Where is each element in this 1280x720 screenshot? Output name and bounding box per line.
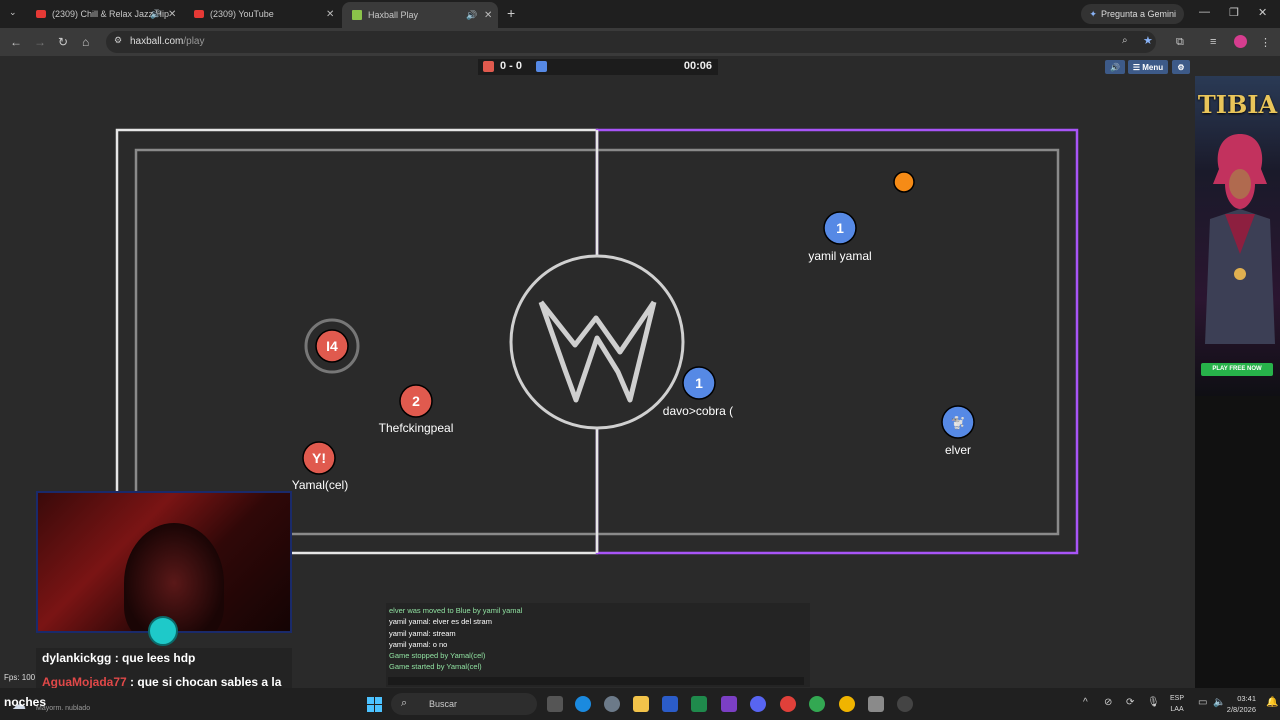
chat-line: yamil yamal: elver es del stram [389, 617, 492, 626]
chrome-icon[interactable] [780, 696, 796, 712]
player-avatar: 🐩 [951, 415, 966, 430]
tray-sync-icon[interactable]: ⟳ [1126, 697, 1134, 708]
discord-icon[interactable] [750, 696, 766, 712]
stream-chat-line: dylankickgg : que lees hdp [42, 651, 196, 665]
windows-taskbar: ☁ Mayorm. nublado ⌕ Buscar ^ ⊘ ⟳ 🎙 ESP LA… [0, 688, 1280, 720]
network-icon[interactable]: ▭ [1198, 697, 1207, 708]
play-free-button[interactable]: PLAY FREE NOW [1201, 363, 1273, 376]
player-name: Thefckingpeal [378, 421, 454, 435]
edge-icon[interactable] [575, 696, 591, 712]
chat-line: yamil yamal: o no [389, 640, 448, 649]
volume-icon[interactable]: 🔈 [1213, 697, 1225, 708]
player-name: yamil yamal [808, 249, 872, 263]
ball [893, 171, 915, 193]
taskbar-search[interactable]: ⌕ Buscar [391, 693, 537, 715]
windows-start-icon[interactable] [367, 697, 382, 712]
stream-chat-continuation: noches [4, 695, 47, 709]
fps-counter: Fps: 100 [4, 673, 36, 682]
side-panel [1195, 396, 1280, 688]
search-icon: ⌕ [401, 697, 408, 709]
microphone-icon[interactable]: 🎙 [1147, 697, 1160, 708]
store-icon[interactable] [868, 696, 884, 712]
tray-chevron-icon[interactable]: ^ [1083, 697, 1088, 708]
chrome-profile-icon[interactable] [809, 696, 825, 712]
settings-icon[interactable] [604, 696, 620, 712]
stream-chat-overlay: dylankickgg : que lees hdp AguaMojada77 … [36, 648, 292, 692]
input-language[interactable]: ESP LAA [1170, 693, 1184, 715]
notifications-icon[interactable]: 🔔 [1266, 697, 1278, 708]
ad-brand: TIBIA [1197, 90, 1278, 119]
chrome-canary-icon[interactable] [839, 696, 855, 712]
cat-logo-icon [148, 616, 178, 646]
player-avatar: 1 [695, 375, 703, 391]
webcam-overlay [36, 491, 292, 633]
excel-icon[interactable] [691, 696, 707, 712]
ad-hero-image [1205, 134, 1275, 344]
search-placeholder: Buscar [429, 699, 458, 709]
tray-app-icon[interactable]: ⊘ [1104, 697, 1112, 708]
file-explorer-icon[interactable] [633, 696, 649, 712]
chat-line: yamil yamal: stream [389, 629, 456, 638]
clock[interactable]: 03:41 2/8/2026 [1227, 693, 1256, 715]
chat-line: elver was moved to Blue by yamil yamal [389, 606, 523, 615]
obs-icon[interactable] [897, 696, 913, 712]
task-view-icon[interactable] [547, 696, 563, 712]
chat-line: Game stopped by Yamal(cel) [389, 651, 486, 660]
player-avatar: 1 [836, 220, 844, 236]
player-avatar: Y! [312, 450, 326, 466]
chat-input[interactable] [388, 677, 804, 685]
chat-line: Game started by Yamal(cel) [389, 662, 482, 671]
game-chat: elver was moved to Blue by yamil yamal y… [386, 603, 810, 687]
clipchamp-icon[interactable] [721, 696, 737, 712]
word-icon[interactable] [662, 696, 678, 712]
stream-chat-line: AguaMojada77 : que si chocan sables a la [42, 675, 282, 689]
player-avatar: 2 [412, 393, 420, 409]
tibia-ad[interactable]: TIBIA PLAY FREE NOW [1195, 76, 1280, 396]
player-name: elver [944, 443, 972, 457]
player-name: davo>cobra ( [662, 404, 734, 418]
player-name: Yamal(cel) [291, 478, 349, 492]
player-avatar: I4 [326, 338, 338, 354]
